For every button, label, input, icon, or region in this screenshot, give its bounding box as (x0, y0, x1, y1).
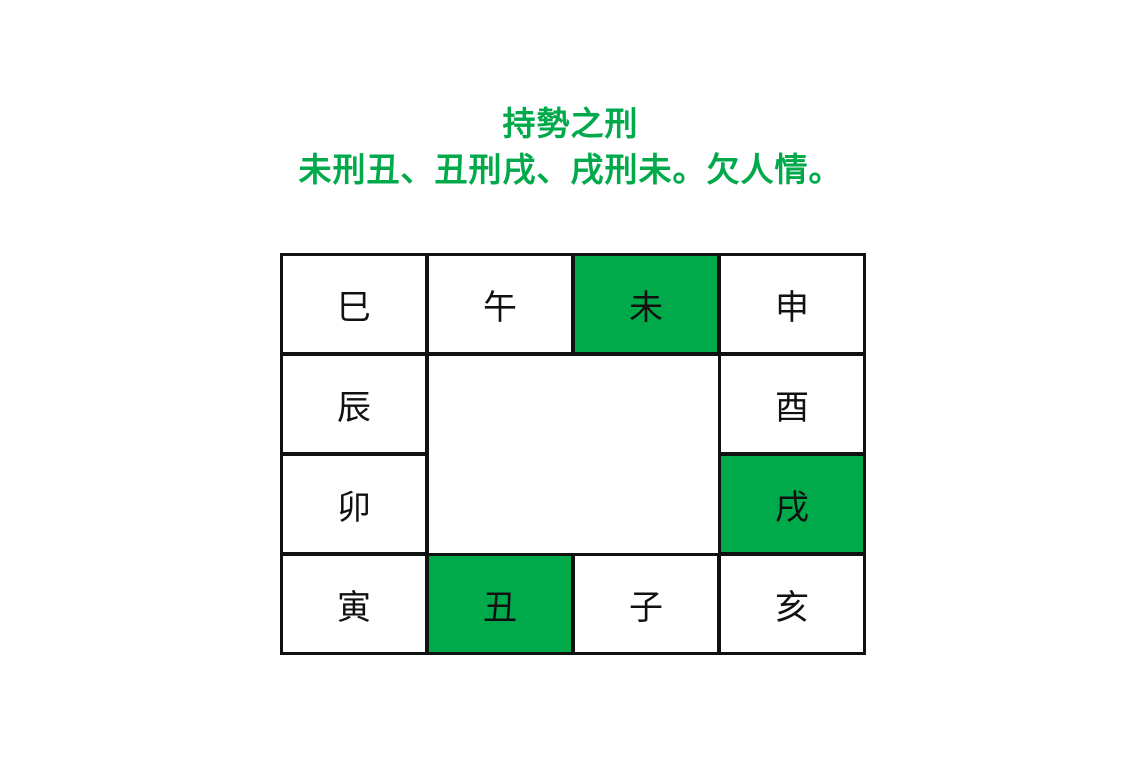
branch-cell: 寅 (280, 553, 428, 655)
branch-cell: 丑 (426, 553, 574, 655)
branch-label: 午 (483, 287, 517, 328)
branch-label: 寅 (337, 587, 371, 628)
branch-label: 辰 (337, 387, 371, 428)
branch-cell: 子 (572, 553, 720, 655)
branch-cell: 未 (572, 253, 720, 355)
earthly-branches-grid: 巳 午 未 申辰 酉卯 戌寅 丑 子 亥 (280, 253, 866, 655)
diagram-subtitle: 未刑丑、丑刑戌、戌刑未。欠人情。 (298, 150, 843, 189)
branch-cell: 午 (426, 253, 574, 355)
branch-label: 丑 (483, 587, 517, 628)
branch-label: 子 (629, 587, 663, 628)
diagram-title: 持勢之刑 (502, 104, 639, 143)
branch-cell: 卯 (280, 453, 428, 555)
branch-cell: 辰 (280, 353, 428, 455)
branch-cell: 戌 (718, 453, 866, 555)
branch-cell: 巳 (280, 253, 428, 355)
branch-label: 戌 (775, 487, 809, 528)
branch-label: 申 (775, 287, 809, 328)
branch-label: 巳 (337, 287, 371, 328)
branch-label: 未 (629, 287, 663, 328)
branch-cell: 申 (718, 253, 866, 355)
branch-label: 卯 (337, 487, 371, 528)
branch-cell: 酉 (718, 353, 866, 455)
branch-label: 亥 (775, 587, 809, 628)
branch-label: 酉 (775, 387, 809, 428)
grid-center-empty (426, 353, 721, 556)
branch-cell: 亥 (718, 553, 866, 655)
